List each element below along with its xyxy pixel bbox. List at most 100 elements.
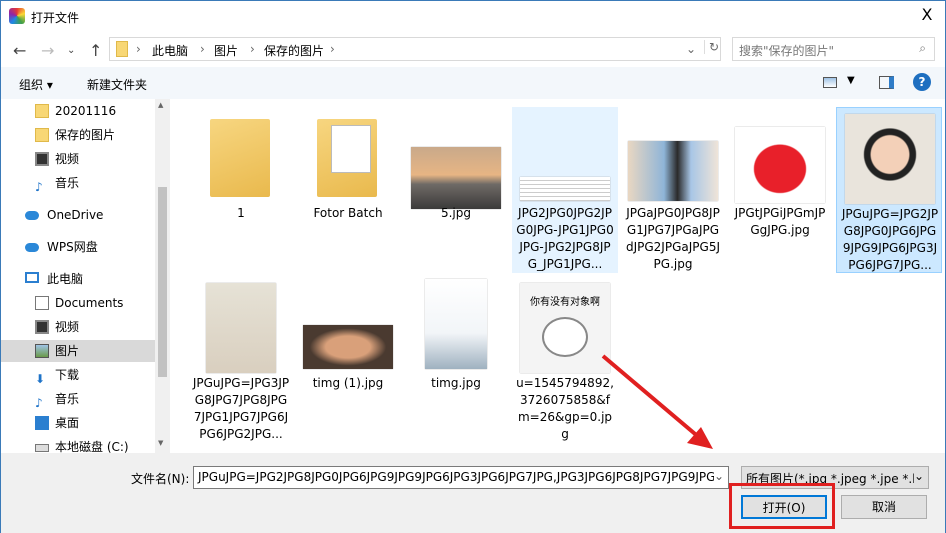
cloud-icon (25, 243, 39, 252)
sidebar-item-label: 视频 (55, 152, 80, 166)
folder-icon (35, 104, 49, 118)
file-name: JPGtJPGiJPGmJPGgJPG.jpg (734, 206, 826, 237)
sidebar-item-label: 本地磁盘 (C:) (55, 440, 129, 453)
image-thumbnail (206, 283, 276, 373)
sidebar-item-label: 下载 (55, 368, 80, 382)
file-item[interactable]: 5.jpg (403, 107, 509, 273)
open-button[interactable]: 打开(O) (741, 495, 827, 519)
back-arrow-icon[interactable]: ← (13, 41, 26, 60)
search-placeholder: 搜索"保存的图片" (739, 44, 835, 58)
sidebar-item-8[interactable]: 视频 (1, 316, 155, 338)
desktop-icon (35, 416, 49, 430)
video-icon (35, 320, 49, 334)
sidebar-item-4[interactable]: OneDrive (1, 204, 155, 226)
file-item[interactable]: timg.jpg (403, 277, 509, 443)
file-item[interactable]: JPGuJPG=JPG3JPG8JPG7JPG8JPG7JPG1JPG7JPG6… (188, 277, 294, 443)
disk-icon (35, 444, 49, 452)
sidebar-item-label: WPS网盘 (47, 240, 98, 254)
sidebar-item-9[interactable]: 图片 (1, 340, 155, 362)
breadcrumb-this-pc[interactable]: 此电脑 (152, 42, 188, 59)
view-icon[interactable] (823, 77, 837, 88)
sidebar-item-10[interactable]: ⬇ 下载 (1, 364, 155, 386)
cloud-icon (25, 211, 39, 220)
image-thumbnail (425, 279, 487, 369)
doc-icon (35, 296, 49, 310)
sidebar-item-label: 此电脑 (47, 272, 84, 286)
sidebar-scrollbar[interactable]: ▲ ▼ (155, 99, 170, 453)
bottom-panel: 文件名(N): JPGuJPG=JPG2JPG8JPG0JPG6JPG9JPG9… (1, 453, 945, 533)
sidebar-item-label: 20201116 (55, 104, 117, 118)
app-icon (9, 8, 25, 24)
window-title: 打开文件 (31, 11, 80, 25)
view-dropdown-icon[interactable]: ▼ (847, 75, 855, 86)
new-folder-button[interactable]: 新建文件夹 (87, 76, 147, 93)
folder-icon (35, 128, 49, 142)
sidebar-item-12[interactable]: 桌面 (1, 412, 155, 434)
image-thumbnail (628, 141, 718, 201)
sidebar-item-11[interactable]: ♪ 音乐 (1, 388, 155, 410)
file-name: 1 (237, 206, 245, 220)
file-name: JPGaJPG0JPG8JPG1JPG7JPGaJPGdJPG2JPGaJPG5… (625, 206, 720, 271)
image-thumbnail (845, 114, 935, 204)
sidebar-item-13[interactable]: 本地磁盘 (C:) (1, 436, 155, 453)
file-name: 5.jpg (440, 206, 472, 220)
cancel-button[interactable]: 取消 (841, 495, 927, 519)
folder-icon (317, 119, 377, 197)
sidebar-item-0[interactable]: 20201116 (1, 100, 155, 122)
file-item[interactable]: JPGuJPG=JPG2JPG8JPG0JPG6JPG9JPG9JPG6JPG3… (836, 107, 942, 273)
file-item[interactable]: Fotor Batch (295, 107, 401, 273)
image-thumbnail (411, 147, 501, 209)
sidebar-item-3[interactable]: ♪ 音乐 (1, 172, 155, 194)
filename-label: 文件名(N): (131, 472, 190, 486)
file-item[interactable]: JPGaJPG0JPG8JPG1JPG7JPGaJPGdJPG2JPGaJPG5… (620, 107, 726, 273)
sidebar-item-5[interactable]: WPS网盘 (1, 236, 155, 258)
title-bar: 打开文件 X (1, 1, 945, 33)
file-item[interactable]: JPGtJPGiJPGmJPGgJPG.jpg (727, 107, 833, 273)
annotation-arrow (601, 354, 713, 449)
sidebar-item-7[interactable]: Documents (1, 292, 155, 314)
file-name: timg.jpg (431, 376, 481, 390)
filename-dropdown-icon[interactable]: ⌄ (713, 469, 724, 483)
refresh-icon[interactable]: ↻ (704, 40, 719, 54)
forward-arrow-icon[interactable]: → (41, 41, 54, 60)
file-name: timg (1).jpg (312, 376, 384, 390)
file-name: JPG2JPG0JPG2JPG0JPG-JPG1JPG0JPG-JPG2JPG8… (516, 206, 614, 271)
preview-pane-icon[interactable] (879, 76, 894, 89)
sidebar-item-label: 音乐 (55, 176, 80, 190)
sidebar-item-label: 视频 (55, 320, 80, 334)
organize-button[interactable]: 组织 ▾ (19, 76, 53, 93)
navigation-pane: 20201116 保存的图片视频 ♪ 音乐 OneDrive WPS网盘此电脑 Docume… (1, 99, 155, 453)
image-thumbnail (303, 325, 393, 369)
sidebar-item-label: 桌面 (55, 416, 80, 430)
up-arrow-icon[interactable]: ↑ (89, 41, 102, 60)
file-item[interactable]: JPG2JPG0JPG2JPG0JPG-JPG1JPG0JPG-JPG2JPG8… (512, 107, 618, 273)
folder-icon (116, 41, 128, 57)
file-item[interactable]: timg (1).jpg (295, 277, 401, 443)
sidebar-item-2[interactable]: 视频 (1, 148, 155, 170)
help-icon[interactable]: ? (913, 73, 931, 91)
folder-icon (210, 119, 270, 197)
scrollbar-thumb[interactable] (158, 187, 167, 377)
filename-input[interactable]: JPGuJPG=JPG2JPG8JPG0JPG6JPG9JPG9JPG6JPG3… (193, 466, 729, 489)
music-icon: ♪ (35, 180, 43, 194)
recent-chevron-icon[interactable]: ⌄ (67, 45, 75, 56)
pc-icon (25, 272, 39, 283)
breadcrumb-saved-pictures[interactable]: 保存的图片 (264, 42, 324, 59)
address-dropdown-icon[interactable]: ⌄ (686, 42, 696, 56)
sidebar-item-1[interactable]: 保存的图片 (1, 124, 155, 146)
file-item[interactable]: 1 (188, 107, 294, 273)
picture-icon (35, 344, 49, 358)
sidebar-item-label: Documents (55, 296, 124, 310)
toolbar: 组织 ▾ 新建文件夹 ▼ ? (1, 67, 945, 99)
address-bar[interactable]: › 此电脑 › 图片 › 保存的图片 › ⌄ ↻ (109, 37, 721, 61)
thumbnail-caption: 你有没有对象啊 (530, 297, 600, 308)
file-name: JPGuJPG=JPG2JPG8JPG0JPG6JPG9JPG9JPG6JPG3… (841, 207, 939, 272)
file-list: 1 Fotor Batch 5.jpg JPG2JPG0JPG2JPG0JPG-JPG… (170, 99, 945, 453)
sidebar-item-6[interactable]: 此电脑 (1, 268, 155, 290)
video-icon (35, 152, 49, 166)
sidebar-item-label: 图片 (55, 344, 80, 358)
close-button[interactable]: X (913, 5, 941, 24)
breadcrumb-pictures[interactable]: 图片 (214, 42, 238, 59)
file-name: Fotor Batch (313, 206, 383, 220)
search-input[interactable]: 搜索"保存的图片" ⌕ (732, 37, 935, 61)
